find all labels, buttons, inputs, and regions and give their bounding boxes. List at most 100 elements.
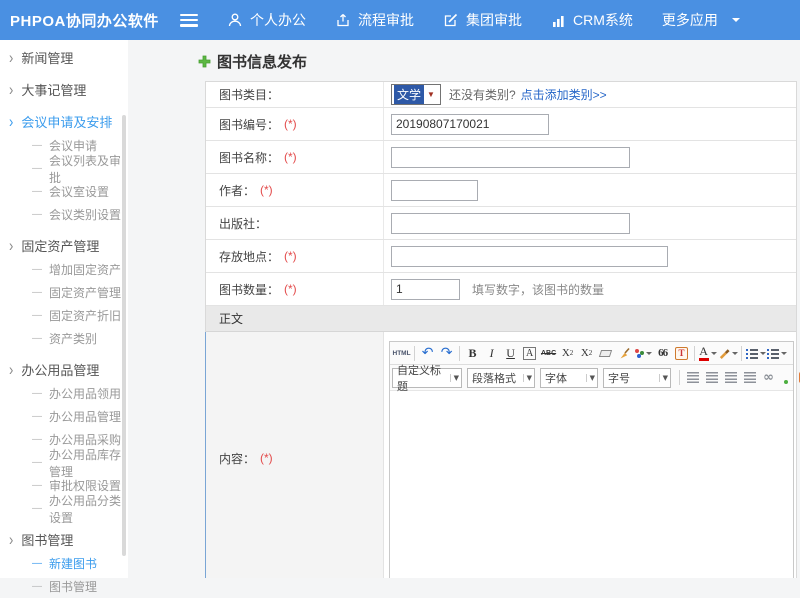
more-apps-caret-icon[interactable] — [732, 18, 740, 26]
nav-label: 流程审批 — [358, 10, 414, 30]
main-content: 图书信息发布 图书类目： 文学 ▼ 还没有类别? 点击添加类别>> 图书编号： … — [128, 40, 800, 578]
bar-chart-icon — [551, 13, 566, 28]
sidebar-item-supplies-management[interactable]: — 办公用品管理 — [0, 405, 128, 428]
nav-label: CRM系统 — [573, 10, 633, 30]
font-family-select[interactable]: 字体▼ — [540, 368, 598, 388]
sidebar-group-memorabilia[interactable]: › 大事记管理 — [0, 77, 128, 102]
select-arrow-icon: ▼ — [523, 374, 532, 382]
font-color-button[interactable]: A — [699, 344, 717, 363]
strikethrough-button[interactable]: ABC — [540, 344, 558, 363]
dash-icon: — — [32, 581, 42, 592]
dash-icon: — — [32, 310, 42, 321]
dash-icon: — — [32, 558, 42, 569]
sidebar-item-add-fixed-asset[interactable]: — 增加固定资产 — [0, 258, 128, 281]
font-size-select[interactable]: 字号▼ — [603, 368, 671, 388]
book-category-select[interactable]: 文学 ▼ — [391, 84, 441, 105]
sidebar-group-meeting[interactable]: › 会议申请及安排 — [0, 109, 128, 134]
nav-workflow-approval[interactable]: 流程审批 — [335, 10, 414, 30]
chain-icon: ∞ — [763, 370, 774, 385]
paint-format-button[interactable] — [635, 344, 653, 363]
editor-content-area[interactable] — [390, 391, 793, 578]
caret-down-icon — [711, 352, 717, 358]
broom-icon — [618, 347, 631, 360]
nav-crm-system[interactable]: CRM系统 — [551, 10, 633, 30]
align-right-button[interactable] — [722, 368, 740, 387]
bold-button[interactable]: B — [464, 344, 482, 363]
location-input[interactable] — [391, 246, 668, 267]
blockquote-button[interactable]: 66 — [654, 344, 672, 363]
dash-icon: — — [32, 480, 42, 491]
link-button[interactable]: ∞ — [760, 368, 778, 387]
add-category-link[interactable]: 点击添加类别>> — [521, 86, 607, 103]
sidebar-item-supplies-inventory[interactable]: — 办公用品库存管理 — [0, 451, 128, 474]
paste-text-button[interactable]: T — [673, 344, 691, 363]
sidebar-item-meeting-category-settings[interactable]: — 会议类别设置 — [0, 203, 128, 226]
field-label: 存放地点： (*) — [206, 240, 384, 272]
sidebar-group-office-supplies[interactable]: › 办公用品管理 — [0, 357, 128, 382]
sidebar-item-fixed-asset-depreciation[interactable]: — 固定资产折旧 — [0, 304, 128, 327]
align-justify-button[interactable] — [741, 368, 759, 387]
body-section-header: 正文 — [206, 306, 796, 332]
sidebar-menu: › 新闻管理 › 大事记管理 › 会议申请及安排 — 会议申请 — 会议列表及审… — [0, 40, 128, 578]
dash-icon: — — [32, 287, 42, 298]
sidebar-item-new-book[interactable]: — 新建图书 — [0, 552, 128, 575]
align-left-button[interactable] — [684, 368, 702, 387]
book-no-input[interactable] — [391, 114, 549, 135]
ordered-list-button[interactable] — [746, 344, 766, 363]
nav-label: 更多应用 — [662, 10, 718, 30]
sidebar-item-supplies-category-settings[interactable]: — 办公用品分类设置 — [0, 497, 128, 520]
sidebar-scrollbar[interactable] — [122, 115, 126, 556]
align-center-button[interactable] — [703, 368, 721, 387]
plus-icon — [198, 55, 211, 68]
undo-button[interactable]: ↶ — [419, 344, 437, 363]
html-source-button[interactable]: HTML — [393, 344, 411, 363]
quantity-input[interactable] — [391, 279, 460, 300]
caret-down-icon — [760, 352, 766, 358]
publisher-input[interactable] — [391, 213, 630, 234]
eraser-button[interactable] — [597, 344, 615, 363]
sidebar-item-fixed-asset-management[interactable]: — 固定资产管理 — [0, 281, 128, 304]
sidebar-group-news[interactable]: › 新闻管理 — [0, 45, 128, 70]
field-label: 出版社： — [206, 207, 384, 239]
font-frame-button[interactable]: A — [521, 344, 539, 363]
field-label: 图书编号： (*) — [206, 108, 384, 140]
unlink-button[interactable] — [779, 368, 797, 387]
align-center-icon — [706, 372, 718, 383]
sidebar-item-asset-category[interactable]: — 资产类别 — [0, 327, 128, 350]
sidebar-group-fixed-assets[interactable]: › 固定资产管理 — [0, 233, 128, 258]
paragraph-format-select[interactable]: 段落格式▼ — [467, 368, 535, 388]
italic-button[interactable]: I — [483, 344, 501, 363]
required-marker: (*) — [260, 183, 273, 197]
form-row-location: 存放地点： (*) — [206, 240, 796, 273]
unordered-list-icon — [767, 348, 779, 359]
redo-button[interactable]: ↷ — [438, 344, 456, 363]
select-arrow-icon: ▼ — [427, 90, 435, 99]
menu-toggle-icon[interactable] — [180, 14, 198, 27]
custom-heading-select[interactable]: 自定义标题▼ — [392, 368, 462, 388]
sidebar-item-book-management[interactable]: — 图书管理 — [0, 575, 128, 598]
unordered-list-button[interactable] — [767, 344, 787, 363]
nav-group-approval[interactable]: 集团审批 — [443, 10, 522, 30]
sidebar-item-meeting-room-settings[interactable]: — 会议室设置 — [0, 180, 128, 203]
book-name-input[interactable] — [391, 147, 630, 168]
superscript-button[interactable]: X2 — [559, 344, 577, 363]
sidebar-item-meeting-list-approval[interactable]: — 会议列表及审批 — [0, 157, 128, 180]
author-input[interactable] — [391, 180, 478, 201]
field-label: 内容： (*) — [206, 332, 384, 578]
nav-personal-office[interactable]: 个人办公 — [227, 10, 306, 30]
sidebar-item-supplies-requisition[interactable]: — 办公用品领用 — [0, 382, 128, 405]
required-marker: (*) — [260, 451, 273, 465]
subscript-button[interactable]: X2 — [578, 344, 596, 363]
form-row-content: 内容： (*) HTML ↶ ↷ B I U A ABC — [206, 332, 796, 578]
nav-more-apps[interactable]: 更多应用 — [662, 10, 718, 30]
highlight-pen-button[interactable] — [718, 344, 738, 363]
clear-format-button[interactable] — [616, 344, 634, 363]
nav-label: 个人办公 — [250, 10, 306, 30]
book-publish-form: 图书类目： 文学 ▼ 还没有类别? 点击添加类别>> 图书编号： (*) — [205, 81, 797, 578]
sidebar-group-books[interactable]: › 图书管理 — [0, 527, 128, 552]
dash-icon: — — [32, 411, 42, 422]
underline-button[interactable]: U — [502, 344, 520, 363]
required-marker: (*) — [284, 282, 297, 296]
eraser-icon — [599, 350, 612, 357]
page-title: 图书信息发布 — [198, 51, 800, 72]
